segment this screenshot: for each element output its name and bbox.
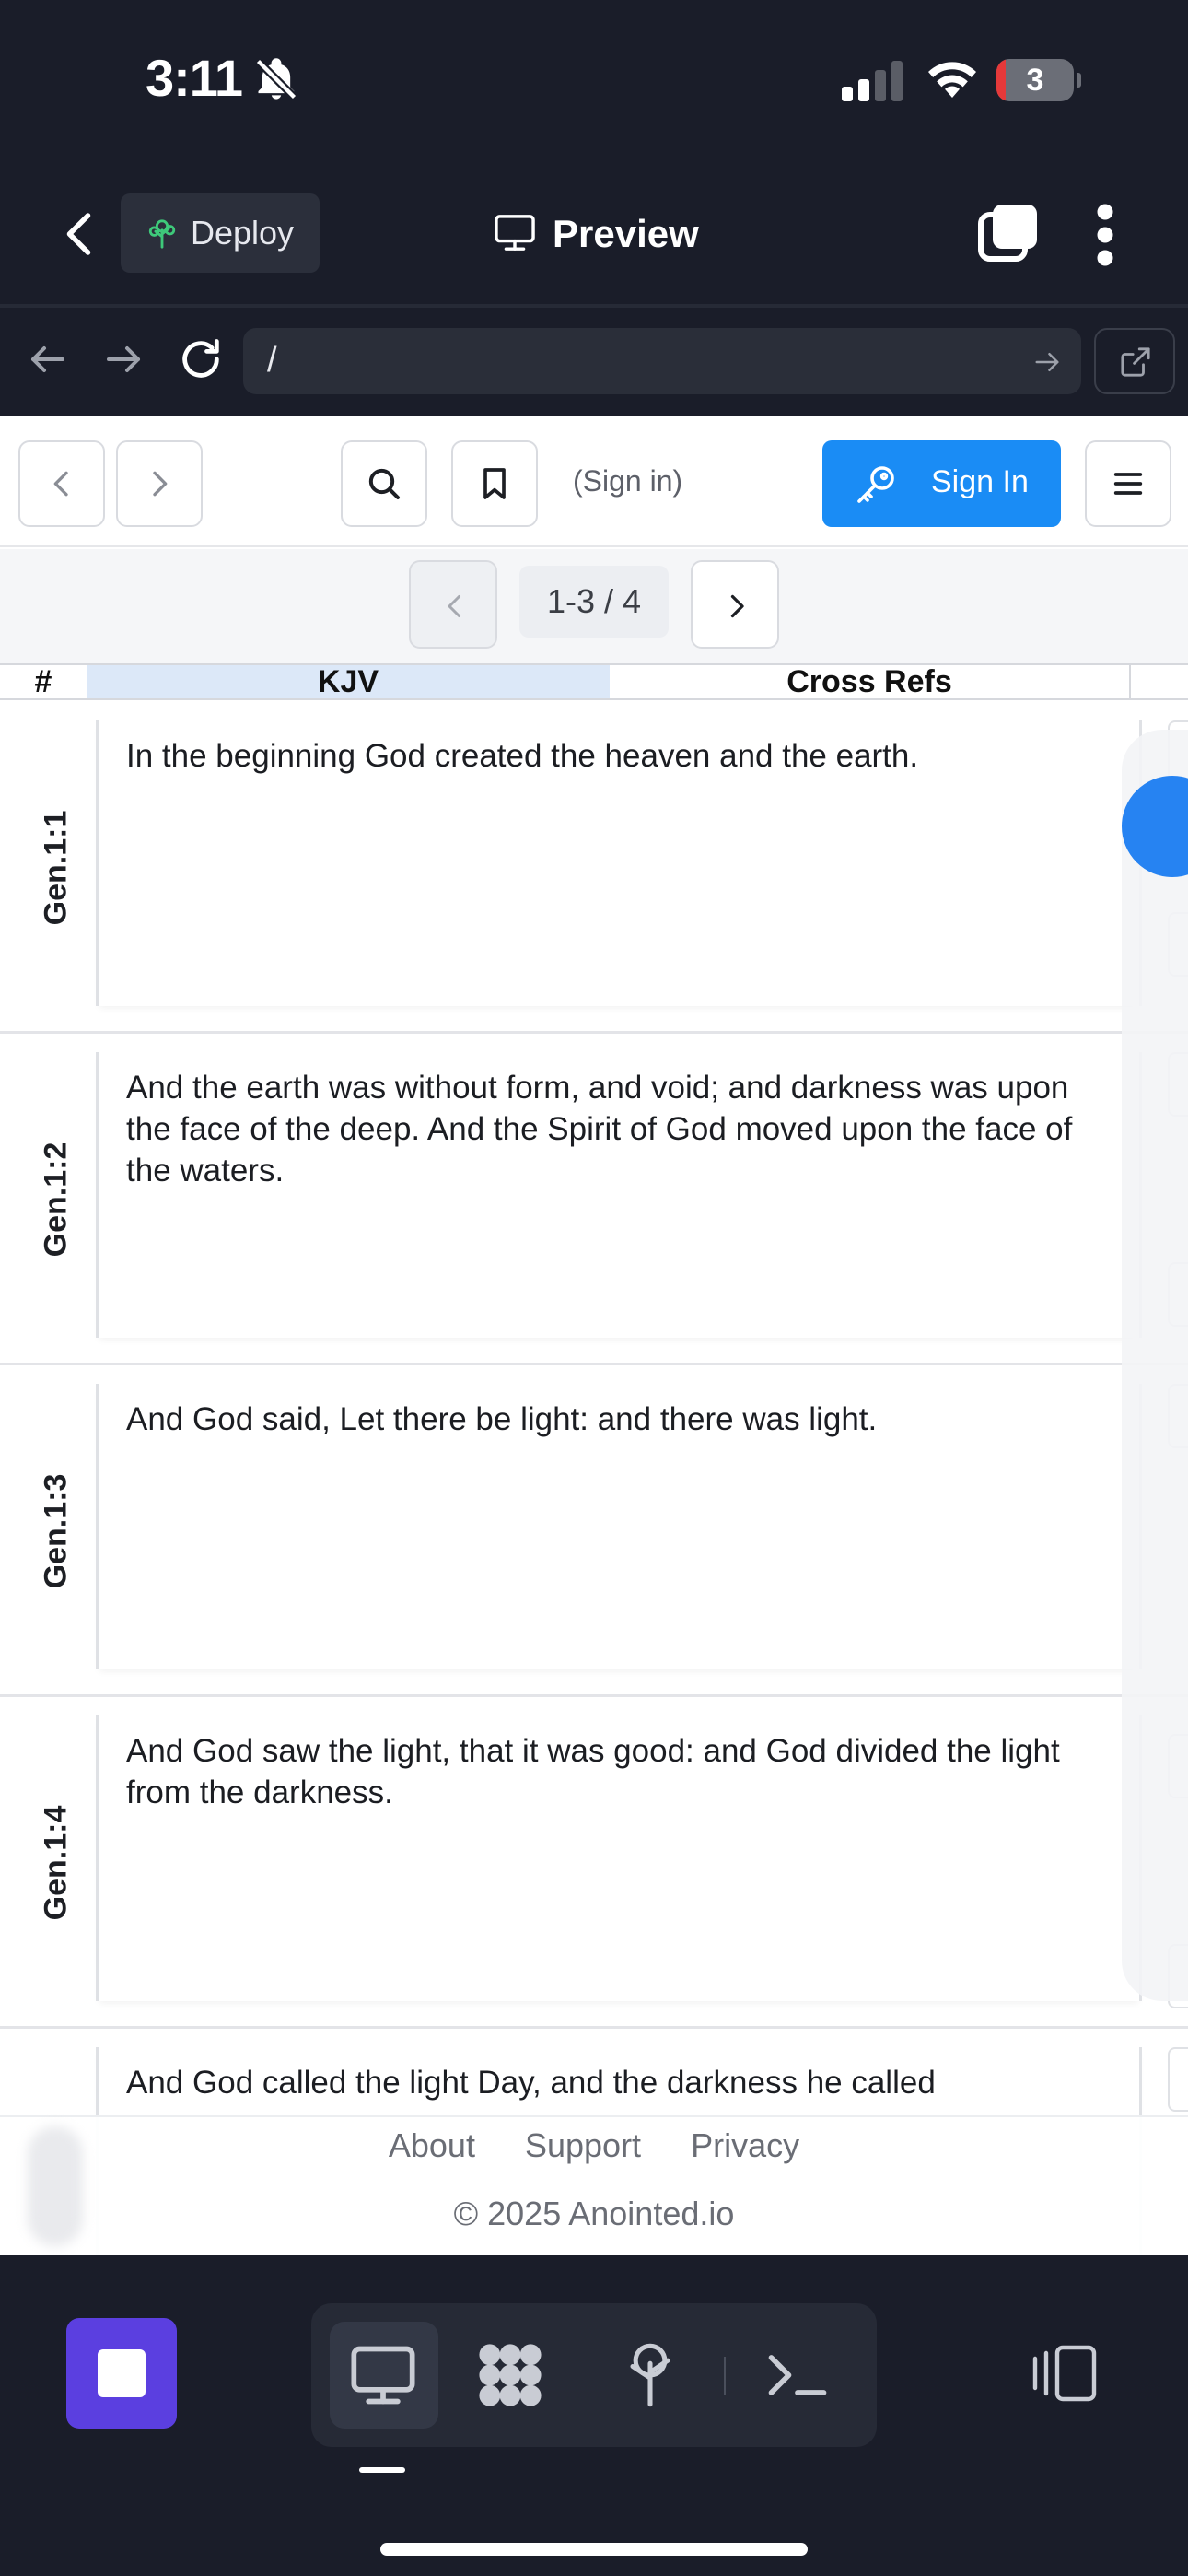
pager-prev-button[interactable] [409,560,497,649]
back-chevron-icon[interactable] [53,206,109,262]
hamburger-menu-icon [1113,473,1143,495]
pager-count: 1-3 / 4 [519,566,669,638]
tree-icon [148,219,176,249]
wifi-icon [928,62,976,98]
tabs-icon[interactable] [978,205,1037,262]
menu-button[interactable] [1085,440,1171,527]
status-bar: 3:11 3 [0,0,1188,166]
verse-text: And God called the light Day, and the da… [126,2065,936,2101]
panel-toggle-icon[interactable] [1031,2344,1098,2403]
open-external-button[interactable] [1094,328,1175,394]
pager-bar: 1-3 / 4 [0,549,1188,665]
column-header-number: # [34,664,52,699]
arrow-left-icon[interactable] [26,337,70,381]
url-text: / [267,341,277,380]
reload-icon[interactable] [177,335,225,383]
site-header: (Sign in) Sign In [0,416,1188,547]
verse-cell[interactable]: And God said, Let there be light: and th… [96,1384,1142,1669]
verse-text: And God saw the light, that it was good:… [126,1733,1060,1810]
verse-row: Gen.1:1 In the beginning God created the… [0,702,1188,1034]
verse-ref[interactable]: Gen.1:4 [17,1715,96,2010]
preview-webview: (Sign in) Sign In 1-3 / 4 # KJV Cross Re… [0,416,1188,2255]
app-toolbar: Deploy Preview [0,166,1188,304]
footer-links: About Support Privacy [0,2126,1188,2165]
verse-cell[interactable]: And the earth was without form, and void… [96,1052,1142,1338]
search-icon [368,468,400,499]
verse-text: And God said, Let there be light: and th… [126,1401,878,1437]
go-arrow-icon[interactable] [1033,348,1061,376]
chevron-right-icon [153,471,168,497]
verse-cell[interactable]: And God saw the light, that it was good:… [96,1715,1142,2001]
stop-icon [98,2349,146,2397]
verse-text: And the earth was without form, and void… [126,1070,1073,1188]
battery-level: 3 [1026,63,1044,98]
url-field[interactable]: / [243,328,1081,394]
home-indicator[interactable] [380,2543,808,2556]
dock-separator [724,2357,726,2395]
cross-ref-card[interactable] [1168,2047,1188,2112]
verse-ref[interactable]: Gen.1:1 [17,720,96,1015]
verse-ref[interactable]: Gen.1:3 [17,1384,96,1679]
verse-row: Gen.1:3 And God said, Let there be light… [0,1365,1188,1697]
footer-link-privacy[interactable]: Privacy [691,2126,799,2164]
deploy-button[interactable]: Deploy [121,193,320,273]
verse-cell[interactable]: In the beginning God created the heaven … [96,720,1142,1006]
verse-ref[interactable]: Gen.1:2 [17,1052,96,1347]
monitor-icon [495,215,535,251]
sign-in-button[interactable]: Sign In [822,440,1061,527]
bell-off-icon [255,58,297,100]
puzzle-grid-icon[interactable] [475,2340,545,2410]
bottom-dock [0,2255,1188,2576]
view-switcher [311,2303,877,2447]
battery-indicator: 3 [996,59,1081,101]
column-header-row: # KJV Cross Refs [0,663,1188,700]
deploy-tree-icon[interactable] [615,2340,685,2410]
next-chapter-button[interactable] [116,440,203,527]
cross-refs-drawer[interactable] [1122,730,1188,2001]
column-header-kjv[interactable]: KJV [87,665,610,698]
url-bar: / [0,308,1188,416]
monitor-icon[interactable] [348,2340,418,2410]
verse-row: Gen.1:2 And the earth was without form, … [0,1034,1188,1365]
sign-in-hint: (Sign in) [573,464,683,498]
chevron-right-icon [730,594,744,618]
footer-link-about[interactable]: About [389,2126,475,2164]
stop-button[interactable] [66,2318,177,2429]
key-icon [857,466,894,503]
bookmark-icon [483,468,506,499]
external-link-icon [1121,347,1150,377]
preview-label: Preview [553,212,699,255]
column-header-cross-refs[interactable]: Cross Refs [610,665,1131,698]
verse-row: Gen.1:4 And God saw the light, that it w… [0,1697,1188,2029]
active-tab-underline [359,2467,405,2473]
deploy-label: Deploy [191,214,295,252]
footer-copyright: © 2025 Anointed.io [453,2195,735,2232]
footer-link-support[interactable]: Support [525,2126,641,2164]
sign-in-label: Sign In [931,464,1029,499]
site-footer: About Support Privacy © 2025 Anointed.io [0,2115,1188,2255]
status-time: 3:11 [146,49,243,107]
prev-chapter-button[interactable] [18,440,105,527]
verse-text: In the beginning God created the heaven … [126,738,919,774]
pager-next-button[interactable] [691,560,779,649]
cellular-signal-icon [842,61,903,101]
chevron-left-icon [448,595,460,617]
bookmark-button[interactable] [451,440,538,527]
more-options-icon[interactable] [1087,203,1124,267]
terminal-icon[interactable] [763,2340,833,2410]
arrow-right-icon[interactable] [101,337,146,381]
search-button[interactable] [341,440,427,527]
chevron-left-icon [53,471,68,497]
